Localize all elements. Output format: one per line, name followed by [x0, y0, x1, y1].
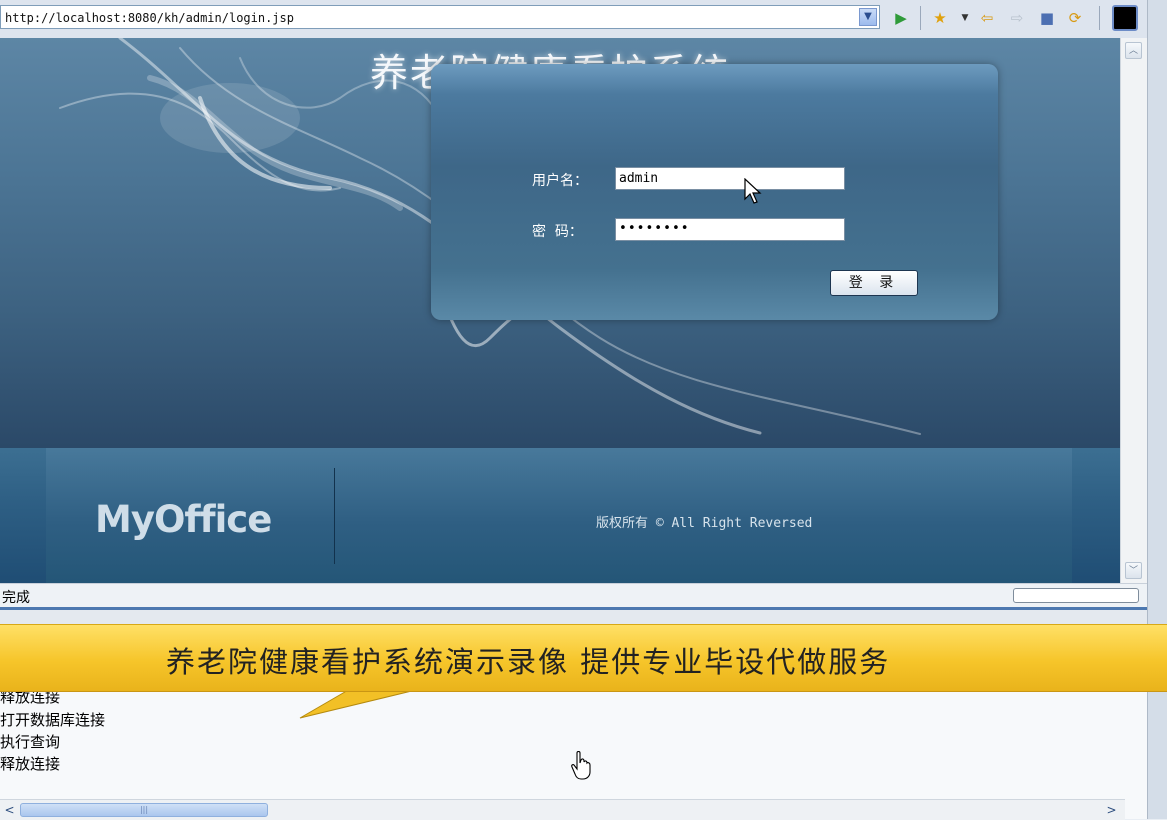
url-dropdown-icon[interactable]: ▼	[859, 8, 877, 26]
banner-text: 养老院健康看护系统演示录像 提供专业毕设代做服务	[166, 645, 891, 679]
password-input[interactable]: ••••••••	[615, 218, 845, 241]
side-panel-edge	[1147, 0, 1167, 819]
back-arrow-icon[interactable]: ⇦	[977, 8, 997, 28]
toolbar-divider	[1099, 6, 1100, 30]
refresh-icon[interactable]: ⟳	[1065, 8, 1085, 28]
password-label: 密 码：	[532, 224, 583, 240]
banner-callout-tail	[299, 688, 420, 719]
console-horizontal-scrollbar[interactable]: < ||| >	[0, 799, 1125, 820]
page-vertical-scrollbar[interactable]: ︿ ﹀	[1120, 38, 1148, 583]
copyright-text: 版权所有 © All Right Reversed	[596, 516, 813, 531]
mouse-pointer-icon	[744, 178, 762, 204]
scroll-down-icon[interactable]: ﹀	[1125, 562, 1142, 579]
color-square-icon[interactable]	[1112, 5, 1138, 31]
favorites-star-icon[interactable]: ★	[930, 8, 950, 28]
console-line: 释放连接	[0, 755, 61, 773]
progress-bar	[1013, 588, 1139, 603]
login-button[interactable]: 登 录	[830, 270, 918, 296]
scroll-up-icon[interactable]: ︿	[1125, 42, 1142, 59]
username-input[interactable]	[615, 167, 845, 190]
stop-icon[interactable]: ■	[1037, 8, 1057, 28]
console-line: 执行查询	[0, 733, 61, 751]
scroll-left-icon[interactable]: <	[2, 803, 17, 818]
scroll-right-icon[interactable]: >	[1104, 803, 1119, 818]
hand-pointer-icon	[571, 751, 591, 780]
go-arrow-icon[interactable]: ▶	[891, 8, 911, 28]
username-label: 用户名：	[532, 173, 588, 189]
scroll-thumb[interactable]: |||	[20, 803, 268, 817]
login-panel: 用户名： 密 码： •••••••• 登 录	[431, 64, 998, 320]
promo-banner: 养老院健康看护系统演示录像 提供专业毕设代做服务	[0, 624, 1167, 692]
toolbar-divider	[920, 6, 921, 30]
favorites-dropdown-icon[interactable]: ▼	[955, 8, 975, 28]
forward-arrow-icon[interactable]: ⇨	[1007, 8, 1027, 28]
